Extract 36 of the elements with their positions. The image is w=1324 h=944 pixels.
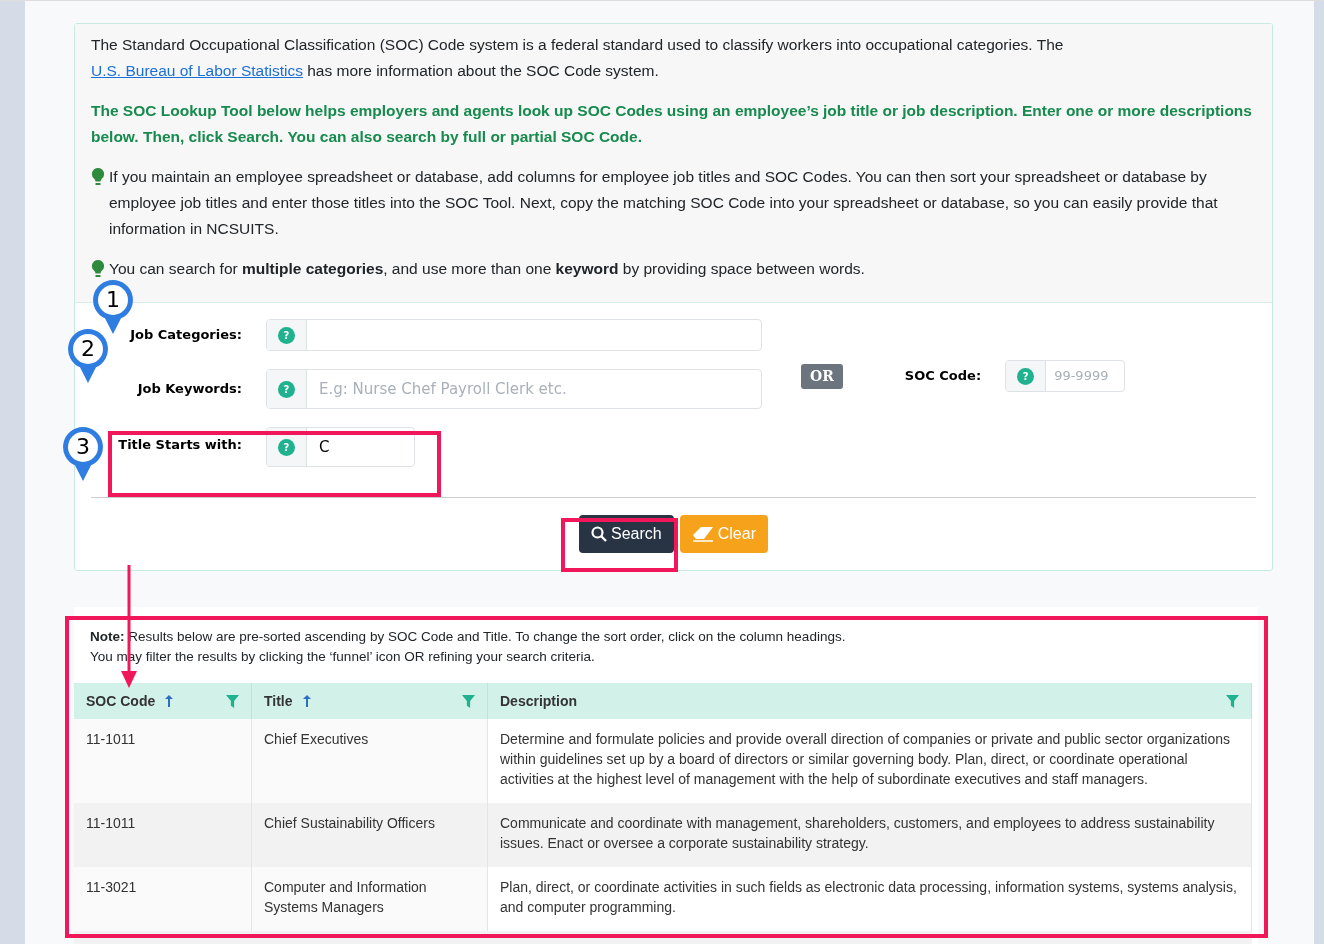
search-icon (591, 526, 608, 542)
field-label: SOC Code: (904, 367, 982, 386)
or-badge: OR (801, 363, 843, 389)
help-icon: ? (278, 380, 295, 398)
help-icon: ? (278, 326, 295, 344)
instructions-paragraph: The SOC Lookup Tool below helps employers and agents look up SOC Codes using an employee’s job title or job description. Enter one or more descriptions below. Then, click Search. You can also search by full or partial SOC Code. (91, 101, 1253, 147)
search-button[interactable]: Search (579, 515, 674, 553)
tip-paragraph: You can search for multiple categories, and use more than one keyword by providing space between words. (109, 259, 865, 279)
table-cell: 11-3021 (74, 867, 252, 931)
intro-paragraph: The Standard Occupational Classification (SOC) Code system is a federal standard used to classify workers into occupational categories. The U.S. Bureau of Labor Statistics has more information about the SOC Code system. (91, 35, 1065, 81)
input-field[interactable]: C (307, 428, 414, 466)
lightbulb-icon (91, 259, 105, 279)
table-cell: 11-1011 (74, 803, 252, 867)
help-icon: ? (278, 438, 295, 456)
input-field[interactable]: 99-9999 (1046, 361, 1125, 391)
table-cell: Chief Executives (252, 719, 488, 803)
lightbulb-icon (91, 167, 105, 187)
eraser-icon (691, 526, 714, 542)
bls-link[interactable]: U.S. Bureau of Labor Statistics (91, 62, 303, 79)
filter-icon[interactable] (1226, 694, 1239, 708)
input-field[interactable]: E.g: Nurse Chef Payroll Clerk etc. (307, 370, 761, 408)
column-header[interactable]: Description (500, 690, 577, 712)
table-cell: 11-1011 (74, 719, 252, 803)
column-header[interactable]: Title (264, 690, 293, 712)
field-label: Title Starts with: (117, 436, 243, 454)
tip-paragraph: If you maintain an employee spreadsheet or database, add columns for employee job titles and SOC Codes. You can then sort your spreadsheet or database by employee job titles and enter those titles into the SOC Tool. Next, copy the matching SOC Code into your spreadsheet or database, so you can easily provide that information in NCSUITS. (109, 167, 1219, 239)
table-cell: Chief Sustainability Officers (252, 803, 488, 867)
filter-icon[interactable] (462, 694, 475, 708)
numbered-pin: 3 (61, 425, 105, 483)
table-cell: Computer and Information Systems Managers (252, 867, 488, 931)
table-cell: Communicate and coordinate with management, shareholders, customers, and employees to address sustainability issues. Enact or oversee a corporate sustainability strategy. (488, 803, 1252, 867)
help-icon: ? (1017, 367, 1035, 385)
input-group[interactable]: ? C (266, 427, 415, 467)
field-label: Job Keywords: (136, 380, 243, 399)
filter-icon[interactable] (226, 694, 239, 708)
numbered-pin: 2 (66, 327, 110, 385)
